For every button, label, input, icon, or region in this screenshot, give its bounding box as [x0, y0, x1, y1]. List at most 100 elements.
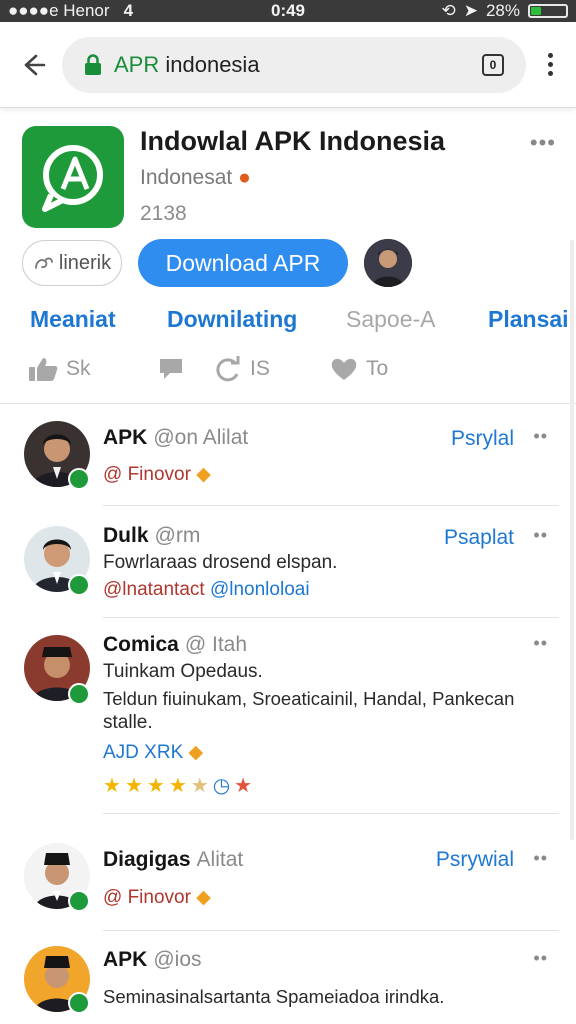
verified-badge-icon: [68, 574, 90, 596]
post-author[interactable]: Comica @ Itah: [103, 633, 247, 657]
star-icon: ★: [234, 775, 253, 797]
verified-badge-icon: [68, 890, 90, 912]
verified-badge-icon: [68, 683, 90, 705]
star-icon: ★: [103, 775, 121, 797]
favorite-label: To: [366, 357, 389, 380]
tab-sapoe[interactable]: Sapoe-A: [346, 306, 436, 333]
like-button[interactable]: Sk: [28, 356, 91, 382]
fruit-icon: ●: [238, 166, 251, 189]
post-more-button[interactable]: ••: [533, 948, 548, 969]
list-item[interactable]: APK @on Alilat Psrylal •• @ Finovor ◆: [0, 418, 576, 508]
browser-toolbar: APR indonesia 0: [0, 22, 576, 108]
more-options-button[interactable]: •••: [530, 130, 556, 156]
url-prefix: APR: [114, 51, 160, 77]
post-author[interactable]: Dulk @rm: [103, 524, 200, 548]
user-avatar[interactable]: [364, 239, 412, 287]
link-icon: [34, 257, 53, 269]
post-more-button[interactable]: ••: [533, 525, 548, 546]
comment-button[interactable]: [158, 356, 184, 382]
list-item[interactable]: Diagigas Alitat Psrywial •• @ Finovor ◆: [0, 840, 576, 930]
sync-icon: ⟲: [441, 1, 456, 20]
browser-menu-button[interactable]: [538, 47, 562, 83]
list-item[interactable]: APK @ios •• Seminasinalsartanta Spameiado…: [0, 944, 576, 1024]
star-icon: ★: [124, 775, 143, 797]
author-handle: @ios: [153, 948, 202, 971]
comment-icon: [160, 359, 182, 379]
person-icon: [364, 239, 412, 287]
author-handle: @ Itah: [184, 633, 248, 656]
url-text: APR indonesia: [114, 52, 470, 78]
share-label: IS: [250, 357, 270, 380]
post-author[interactable]: Diagigas Alitat: [103, 848, 243, 872]
star-icon: ★: [146, 775, 165, 797]
share-button[interactable]: IS: [214, 356, 270, 382]
download-button[interactable]: Download APR: [138, 239, 348, 287]
star-icon: ★: [190, 775, 209, 797]
list-item[interactable]: Comica @ Itah •• Tuinkam Opedaus. Teldun …: [0, 631, 576, 811]
follow-link[interactable]: Psrywial: [436, 848, 514, 872]
url-rest: indonesia: [159, 51, 260, 77]
post-author[interactable]: APK @on Alilat: [103, 426, 248, 450]
post-more-button[interactable]: ••: [533, 633, 548, 654]
divider: [103, 930, 559, 931]
at-icon: @: [103, 887, 123, 908]
location-icon: ➤: [463, 1, 478, 20]
mention-link[interactable]: @lnatantact: [103, 579, 205, 600]
secondary-button-label: linerik: [58, 251, 112, 274]
battery-icon: [528, 4, 568, 18]
action-row: linerik Download APR: [22, 238, 412, 288]
address-bar[interactable]: APR indonesia 0: [62, 36, 526, 93]
follow-link[interactable]: Psaplat: [444, 526, 514, 550]
post-more-button[interactable]: ••: [533, 848, 548, 869]
post-mentions: @lnatantact @lnonloloai: [103, 579, 310, 601]
developer-name: Indonesat: [140, 166, 233, 189]
tag-text: Finovor: [127, 464, 191, 485]
divider: [103, 505, 559, 506]
author-handle: Alitat: [196, 848, 244, 871]
secondary-button[interactable]: linerik: [22, 240, 122, 286]
dot-icon: [547, 71, 553, 76]
divider: [0, 403, 576, 404]
refresh-icon: [216, 356, 240, 382]
divider: [103, 813, 559, 814]
mention-link[interactable]: @lnonloloai: [210, 579, 310, 600]
clock-icon: ◷: [212, 775, 231, 797]
tag-text: Finovor: [127, 887, 191, 908]
author-name: Comica: [103, 633, 179, 656]
tab-plansai[interactable]: Plansai: [488, 306, 569, 333]
author-name: APK: [103, 948, 148, 971]
back-button[interactable]: [14, 47, 50, 83]
post-author[interactable]: APK @ios: [103, 948, 202, 972]
post-text: Teldun fiuinukam, Sroeaticainil, Handal,…: [103, 688, 515, 709]
colorful-icon: ◆: [196, 464, 211, 485]
post-text: Tuinkam Opedaus.: [103, 661, 263, 682]
lock-icon: [85, 53, 101, 75]
post-tag[interactable]: @ Finovor ◆: [103, 886, 211, 909]
rating-stars[interactable]: ★ ★ ★ ★ ★ ◷ ★: [103, 773, 252, 798]
dot-icon: [547, 53, 553, 58]
tabs-button[interactable]: 0: [482, 53, 504, 76]
like-label: Sk: [66, 357, 91, 380]
battery-percent: 28%: [485, 1, 520, 20]
dot-icon: [547, 62, 553, 67]
author-name: Dulk: [103, 524, 149, 547]
app-developer[interactable]: Indonesat ●: [140, 166, 251, 190]
verified-badge-icon: [68, 468, 90, 490]
follow-link[interactable]: Psrylal: [451, 427, 514, 451]
thumbs-up-icon: [29, 358, 58, 381]
post-link[interactable]: AJD XRK ◆: [103, 741, 203, 764]
post-more-button[interactable]: ••: [533, 426, 548, 447]
colorful-icon: ◆: [188, 742, 204, 763]
battery-fill: [531, 7, 541, 15]
app-logo-icon[interactable]: [22, 126, 124, 228]
list-item[interactable]: Dulk @rm Psaplat •• Fowrlaraas drosend el…: [0, 522, 576, 622]
app-title: Indowlal APK Indonesia: [140, 126, 446, 156]
back-arrow-icon: [24, 54, 46, 75]
tab-downilating[interactable]: Downilating: [167, 306, 297, 333]
scrollbar[interactable]: [570, 240, 574, 840]
post-text: Seminasinalsartanta Spameiadoa irindka.: [103, 986, 445, 1007]
tab-meaniat[interactable]: Meaniat: [30, 306, 116, 333]
favorite-button[interactable]: To: [330, 356, 388, 382]
post-tag[interactable]: @ Finovor ◆: [103, 463, 211, 486]
signal-label: 4: [123, 1, 134, 20]
